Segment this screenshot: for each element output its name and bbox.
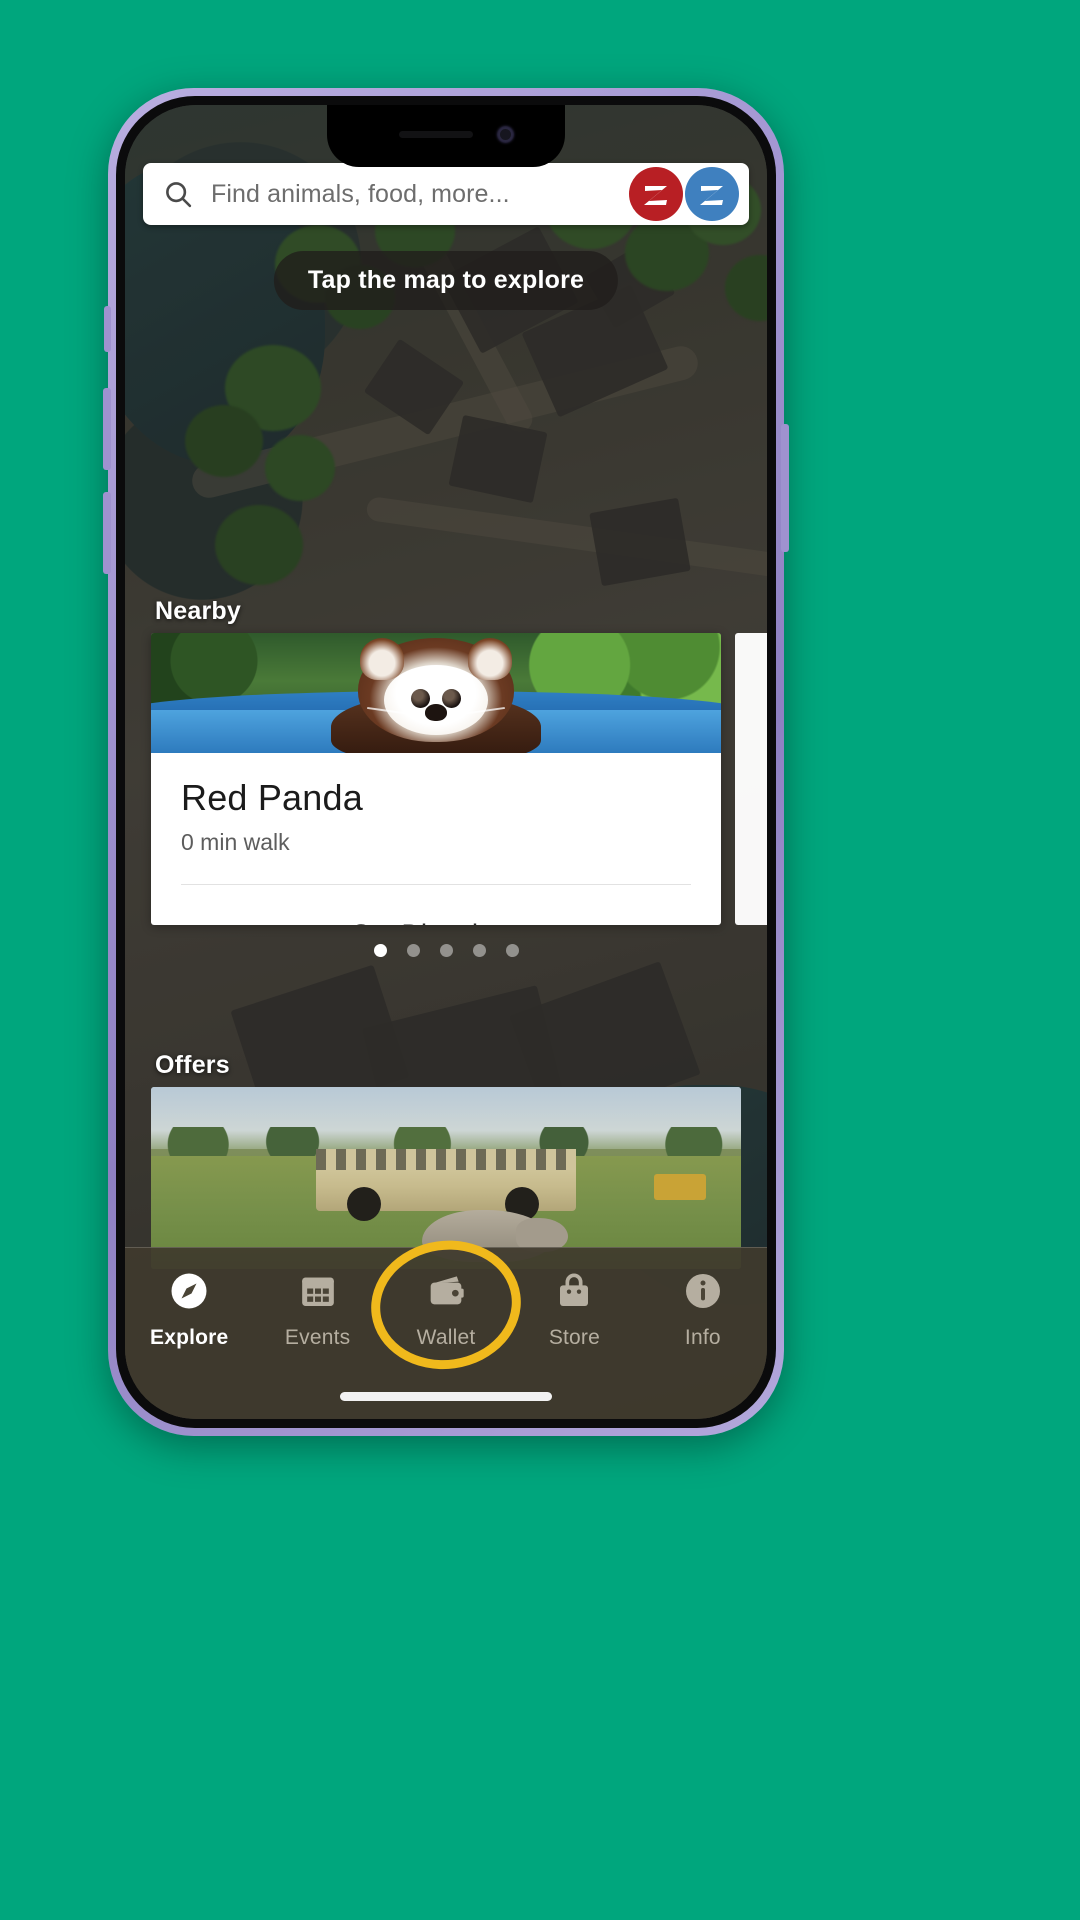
brand-logos xyxy=(629,167,739,221)
tab-label: Store xyxy=(548,1326,601,1349)
map-hint-banner: Tap the map to explore xyxy=(273,251,619,310)
carousel-pagination[interactable] xyxy=(125,939,767,961)
nearby-card-next-peek[interactable] xyxy=(735,633,767,925)
phone-bezel: Find animals, food, more... Tap the map … xyxy=(116,96,776,1428)
volume-down-button[interactable] xyxy=(103,492,111,574)
tab-wallet[interactable]: Wallet xyxy=(362,1231,530,1379)
compass-icon xyxy=(168,1270,210,1312)
nearby-card-walk-time: 0 min walk xyxy=(181,829,290,855)
pagination-dot[interactable] xyxy=(439,943,453,957)
search-input[interactable]: Find animals, food, more... xyxy=(211,180,629,209)
tab-info[interactable]: Info xyxy=(639,1270,767,1350)
earpiece-speaker xyxy=(399,131,473,138)
get-directions-button[interactable]: Get Directions xyxy=(151,897,721,926)
zoo-app: Find animals, food, more... Tap the map … xyxy=(125,105,767,1419)
tab-label: Events xyxy=(284,1326,351,1349)
search-bar[interactable]: Find animals, food, more... xyxy=(143,163,749,225)
safari-cart xyxy=(653,1174,706,1201)
nearby-carousel[interactable]: Red Panda 0 min walk Get Directions xyxy=(125,633,767,925)
tab-label: Explore xyxy=(149,1326,229,1349)
pagination-dot[interactable] xyxy=(373,943,387,957)
volume-up-button[interactable] xyxy=(103,388,111,470)
device-notch xyxy=(327,105,565,167)
pagination-dot[interactable] xyxy=(406,943,420,957)
tab-events[interactable]: Events xyxy=(253,1270,381,1350)
info-icon xyxy=(682,1270,724,1312)
screenshot-stage: Find animals, food, more... Tap the map … xyxy=(0,0,1080,1920)
mute-switch[interactable] xyxy=(104,306,111,352)
offer-card[interactable] xyxy=(151,1087,741,1269)
phone-device: Find animals, food, more... Tap the map … xyxy=(103,88,789,1436)
tab-store[interactable]: Store xyxy=(510,1270,638,1350)
offers-section-title: Offers xyxy=(155,1051,230,1079)
search-icon xyxy=(163,179,193,209)
logo-z-glyph xyxy=(700,186,723,205)
tab-label: Wallet xyxy=(416,1326,476,1349)
power-button[interactable] xyxy=(781,424,789,552)
pagination-dot[interactable] xyxy=(472,943,486,957)
red-panda-photo xyxy=(151,633,721,753)
shopping-bag-icon xyxy=(553,1270,595,1312)
tab-explore[interactable]: Explore xyxy=(125,1270,253,1350)
phone-screen: Find animals, food, more... Tap the map … xyxy=(125,105,767,1419)
zoo-logo-blue-icon[interactable] xyxy=(685,167,739,221)
zoo-logo-red-icon[interactable] xyxy=(629,167,683,221)
pagination-dot[interactable] xyxy=(505,943,519,957)
nearby-card-title: Red Panda xyxy=(181,777,363,818)
wallet-icon xyxy=(425,1270,467,1312)
card-divider xyxy=(181,884,691,885)
home-indicator[interactable] xyxy=(340,1392,552,1401)
calendar-icon xyxy=(297,1270,339,1312)
nearby-card[interactable]: Red Panda 0 min walk Get Directions xyxy=(151,633,721,925)
front-camera xyxy=(498,127,513,142)
safari-bus xyxy=(316,1148,576,1221)
nearby-card-body: Red Panda 0 min walk xyxy=(151,753,721,897)
logo-z-glyph xyxy=(644,186,667,205)
nearby-section-title: Nearby xyxy=(155,597,241,625)
tab-label: Info xyxy=(684,1326,721,1349)
